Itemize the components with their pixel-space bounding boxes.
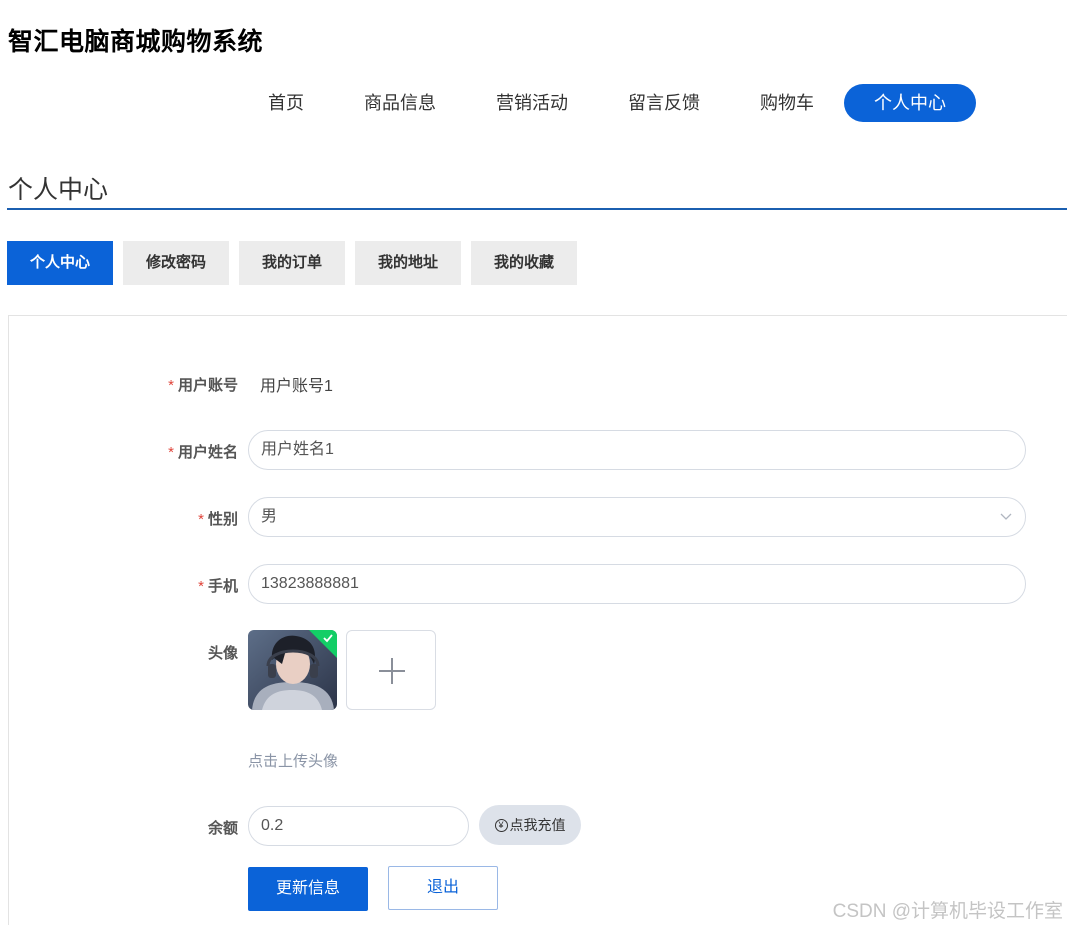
phone-input[interactable]: 13823888881 [248,564,1026,604]
tab-my-favorites[interactable]: 我的收藏 [471,241,577,285]
account-value: 用户账号1 [260,378,333,395]
avatar-preview[interactable] [248,630,337,710]
nav-item-profile[interactable]: 个人中心 [844,84,976,122]
logout-button[interactable]: 退出 [388,866,498,910]
check-badge-icon [309,630,337,658]
avatar-label: 头像 [207,645,238,662]
nav-item-feedback[interactable]: 留言反馈 [624,84,704,122]
tab-change-password[interactable]: 修改密码 [123,241,229,285]
tab-my-addresses[interactable]: 我的地址 [355,241,461,285]
tab-my-orders[interactable]: 我的订单 [239,241,345,285]
upload-avatar-hint[interactable]: 点击上传头像 [248,750,338,771]
update-info-button[interactable]: 更新信息 [248,867,368,911]
title-divider [7,208,1067,210]
avatar-upload-button[interactable] [346,630,436,710]
balance-label: 余额 [207,820,238,837]
required-marker: * [198,578,204,595]
top-nav: 首页 商品信息 营销活动 留言反馈 购物车 个人中心 [0,84,1067,124]
gender-select-value: 男 [261,508,278,525]
gender-select[interactable]: 男 [248,497,1026,537]
watermark-text: CSDN @计算机毕设工作室 [832,901,1063,922]
nav-item-home[interactable]: 首页 [256,84,316,122]
recharge-label: 点我充值 [509,817,566,833]
balance-input[interactable]: 0.2 [248,806,469,846]
yen-circle-icon: ¥ [494,818,508,832]
chevron-down-icon [1000,513,1012,520]
nav-item-products[interactable]: 商品信息 [360,84,440,122]
required-marker: * [168,377,174,394]
phone-label: * 手机 [198,578,238,595]
required-marker: * [198,511,204,528]
plus-icon [379,658,405,684]
tab-profile[interactable]: 个人中心 [7,241,113,285]
page-title: 个人中心 [8,176,109,204]
name-label: * 用户姓名 [168,444,238,461]
recharge-button[interactable]: ¥ 点我充值 [479,805,581,845]
required-marker: * [168,444,174,461]
name-input[interactable]: 用户姓名1 [248,430,1026,470]
account-label: * 用户账号 [168,377,238,394]
gender-label: * 性别 [198,511,238,528]
nav-item-promotions[interactable]: 营销活动 [492,84,572,122]
nav-item-cart[interactable]: 购物车 [752,84,822,122]
site-title: 智汇电脑商城购物系统 [8,28,264,56]
